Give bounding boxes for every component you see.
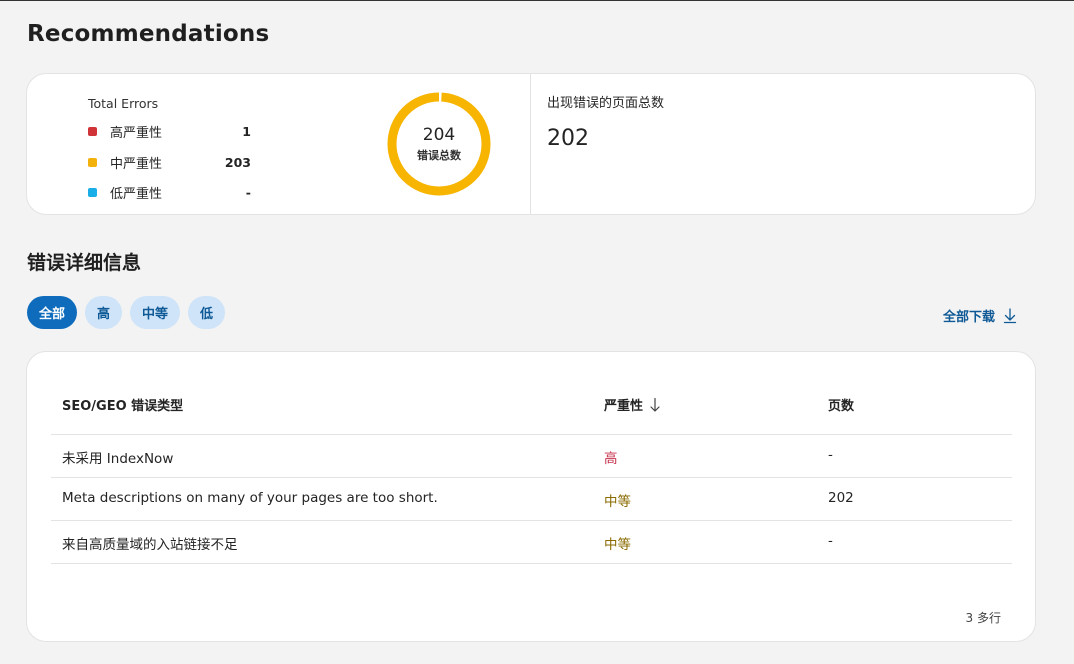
low-severity-dot-icon (88, 187, 97, 197)
error-type-cell: 来自高质量域的入站链接不足 (62, 537, 238, 553)
legend-item-medium: 中严重性 203 (88, 152, 251, 172)
legend-value: - (245, 184, 251, 200)
download-all-button[interactable]: 全部下载 (943, 306, 1017, 325)
summary-card: Total Errors 高严重性 1 中严重性 203 低严重性 - 204 … (26, 73, 1036, 215)
error-type-cell: Meta descriptions on many of your pages … (62, 490, 438, 506)
filter-medium[interactable]: 中等 (130, 296, 181, 329)
download-all-label: 全部下载 (943, 310, 996, 325)
pages-cell: - (828, 533, 833, 549)
legend-title: Total Errors (88, 96, 159, 111)
legend-label: 低严重性 (110, 186, 163, 202)
total-errors-value: 204 (422, 125, 456, 145)
column-header-label: SEO/GEO 错误类型 (62, 399, 184, 414)
legend-value: 1 (242, 123, 251, 139)
filter-low[interactable]: 低 (188, 296, 226, 329)
pages-cell: 202 (828, 490, 854, 506)
pages-with-errors-label: 出现错误的页面总数 (547, 96, 665, 111)
high-severity-dot-icon (88, 126, 97, 136)
row-divider (51, 477, 1012, 478)
section-title: 错误详细信息 (27, 252, 142, 274)
divider (530, 74, 531, 214)
errors-table: SEO/GEO 错误类型 严重性 页数 未采用 IndexNow 高 - Met… (26, 351, 1036, 642)
page-title: Recommendations (27, 21, 270, 47)
severity-cell: 中等 (604, 537, 631, 553)
arrow-down-icon (650, 397, 660, 412)
severity-cell: 高 (604, 451, 618, 467)
severity-cell: 中等 (604, 494, 631, 510)
donut-center: 204 错误总数 (385, 90, 493, 198)
pages-cell: - (828, 447, 833, 463)
download-icon (1003, 307, 1017, 323)
total-errors-label: 错误总数 (417, 149, 461, 162)
legend-item-high: 高严重性 1 (88, 121, 251, 141)
filter-high[interactable]: 高 (85, 296, 123, 329)
row-divider (51, 434, 1012, 435)
legend-value: 203 (224, 154, 251, 170)
column-header-label: 页数 (828, 399, 855, 414)
severity-filter-group: 全部 高 中等 低 (27, 296, 226, 329)
legend-label: 高严重性 (110, 125, 163, 141)
filter-all[interactable]: 全部 (27, 296, 78, 329)
legend-label: 中严重性 (110, 156, 163, 172)
pages-with-errors-value: 202 (547, 126, 589, 151)
column-header-pages[interactable]: 页数 (828, 395, 854, 414)
column-header-error-type[interactable]: SEO/GEO 错误类型 (62, 395, 183, 414)
row-divider (51, 563, 1012, 564)
medium-severity-dot-icon (88, 157, 97, 167)
legend-item-low: 低严重性 - (88, 182, 251, 202)
row-count: 3 多行 (965, 611, 1001, 625)
column-header-label: 严重性 (604, 399, 644, 414)
row-divider (51, 520, 1012, 521)
column-header-severity[interactable]: 严重性 (604, 395, 661, 414)
error-type-cell: 未采用 IndexNow (62, 451, 174, 467)
